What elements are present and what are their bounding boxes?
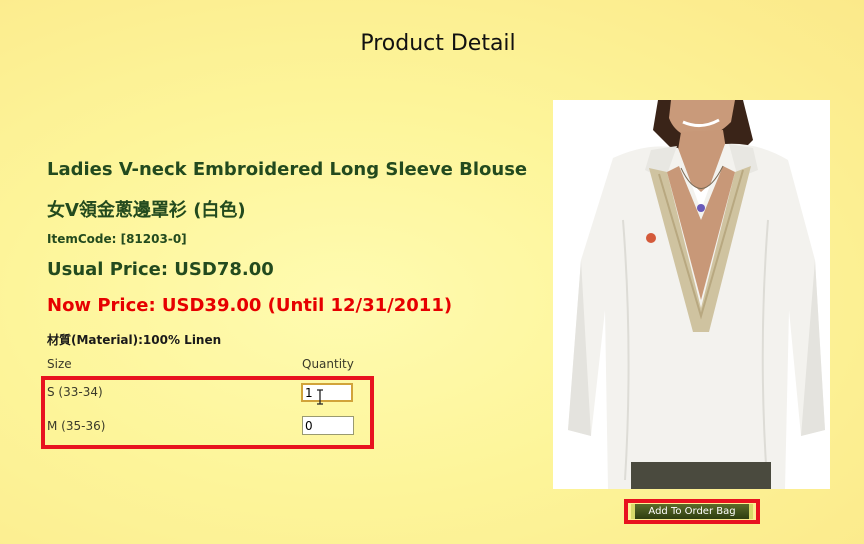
product-photo [553,100,830,489]
size-column-header: Size [47,357,72,371]
quantity-input-m[interactable] [302,416,354,435]
product-name-chinese: 女V領金蔥邊罩衫 (白色) [47,200,246,221]
material-info: 材質(Material):100% Linen [47,333,222,347]
size-label-m: M (35-36) [47,419,106,433]
quantity-column-header: Quantity [302,357,354,371]
quantity-input-s[interactable] [301,383,353,402]
item-code: ItemCode: [81203-0] [47,232,187,246]
add-to-order-bag-button[interactable]: Add To Order Bag [631,504,753,519]
now-price: Now Price: USD39.00 (Until 12/31/2011) [47,295,453,316]
page-title: Product Detail [360,31,516,56]
usual-price: Usual Price: USD78.00 [47,259,274,280]
size-label-s: S (33-34) [47,385,103,399]
product-name: Ladies V-neck Embroidered Long Sleeve Bl… [47,159,528,180]
